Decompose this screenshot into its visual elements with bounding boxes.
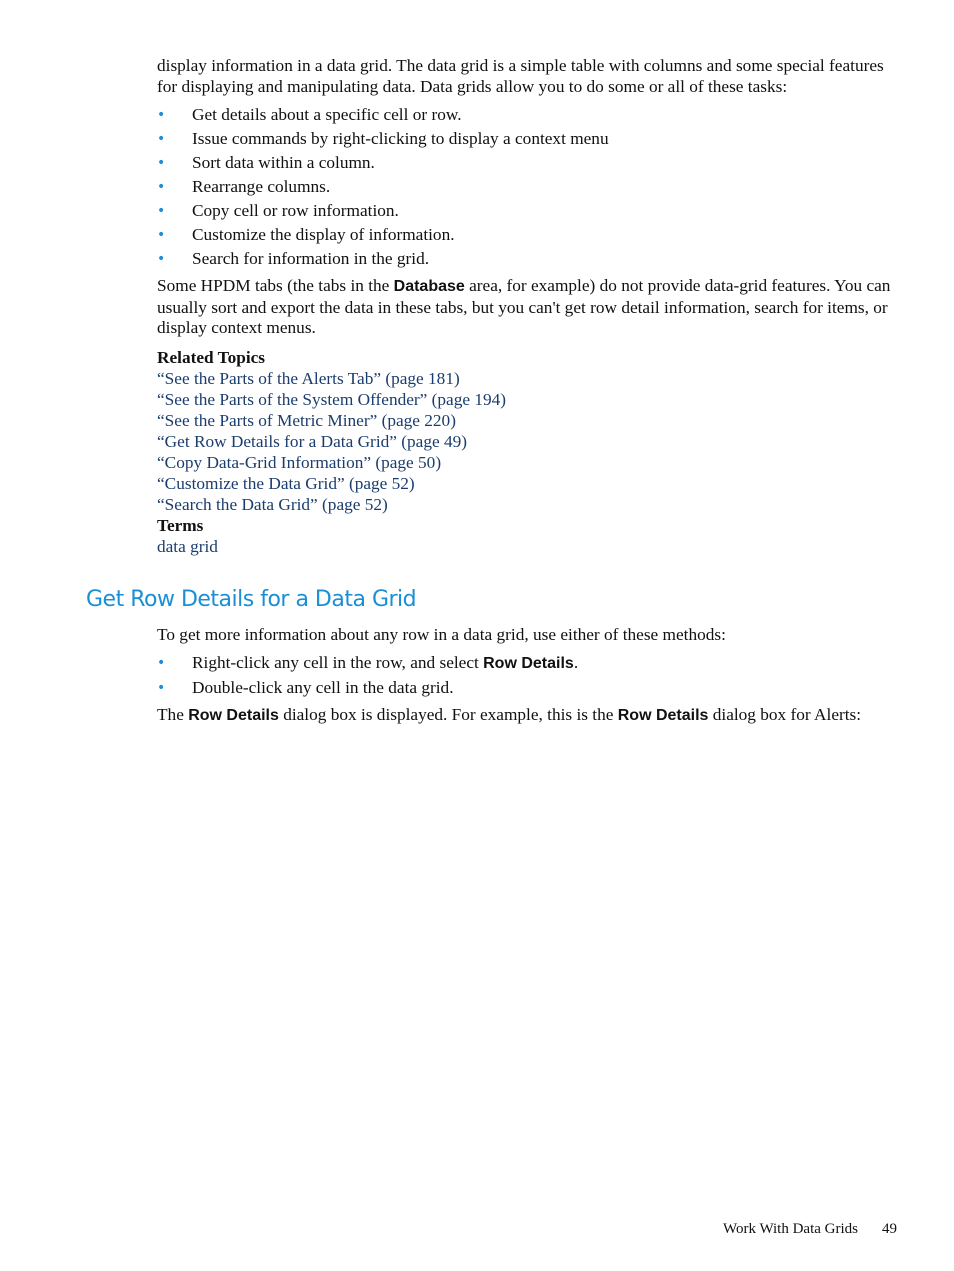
bullet-icon: • (157, 654, 166, 671)
section-heading: Get Row Details for a Data Grid (86, 587, 417, 612)
hpdm-note-paragraph: Some HPDM tabs (the tabs in the Database… (157, 276, 891, 337)
row-details-ui-term: Row Details (617, 706, 709, 724)
page-footer: Work With Data Grids 49 (723, 1221, 897, 1238)
related-link-copy-data-grid[interactable]: “Copy Data-Grid Information” (page 50) (157, 452, 899, 473)
bullet-icon: • (157, 131, 166, 147)
bullet-icon: • (157, 679, 166, 696)
row-details-ui-term: Row Details (483, 654, 574, 672)
related-link-customize-data-grid[interactable]: “Customize the Data Grid” (page 52) (157, 473, 899, 494)
list-item: • Rearrange columns. (157, 177, 331, 196)
related-link-search-data-grid[interactable]: “Search the Data Grid” (page 52) (157, 494, 899, 515)
section-lead-paragraph: To get more information about any row in… (157, 625, 726, 644)
list-item: • Sort data within a column. (157, 153, 375, 172)
database-ui-term: Database (393, 278, 465, 295)
row-details-ui-term: Row Details (188, 706, 279, 724)
intro-paragraph: display information in a data grid. The … (157, 56, 884, 96)
related-topics: Related Topics “See the Parts of the Ale… (157, 347, 899, 557)
row-details-section: To get more information about any row in… (157, 625, 899, 726)
related-link-metric-miner[interactable]: “See the Parts of Metric Miner” (page 22… (157, 410, 899, 431)
page-number: 49 (882, 1221, 897, 1237)
related-link-get-row-details[interactable]: “Get Row Details for a Data Grid” (page … (157, 431, 899, 452)
list-item: • Issue commands by right-clicking to dis… (157, 129, 609, 148)
related-link-system-offender[interactable]: “See the Parts of the System Offender” (… (157, 389, 899, 410)
list-item: • Right-click any cell in the row, and se… (157, 652, 579, 672)
bullet-icon: • (157, 251, 166, 267)
page-content: display information in a data grid. The … (157, 56, 899, 557)
related-topics-label: Related Topics (157, 347, 266, 367)
bullet-icon: • (157, 203, 166, 219)
result-paragraph: The Row Details dialog box is displayed.… (157, 704, 862, 724)
list-item: • Search for information in the grid. (157, 249, 430, 268)
list-item: • Double-click any cell in the data grid. (157, 677, 454, 697)
list-item: • Copy cell or row information. (157, 201, 399, 220)
methods-list: • Right-click any cell in the row, and se… (157, 653, 899, 698)
terms-label: Terms (157, 515, 204, 535)
term-link-data-grid[interactable]: data grid (157, 536, 899, 557)
bullet-icon: • (157, 227, 166, 243)
bullet-icon: • (157, 155, 166, 171)
bullet-icon: • (157, 179, 166, 195)
task-list: • Get details about a specific cell or ro… (157, 105, 899, 269)
list-item: • Get details about a specific cell or ro… (157, 105, 462, 124)
list-item: • Customize the display of information. (157, 225, 455, 244)
footer-chapter-title: Work With Data Grids (723, 1221, 858, 1237)
bullet-icon: • (157, 107, 166, 123)
related-link-alerts-tab[interactable]: “See the Parts of the Alerts Tab” (page … (157, 368, 899, 389)
